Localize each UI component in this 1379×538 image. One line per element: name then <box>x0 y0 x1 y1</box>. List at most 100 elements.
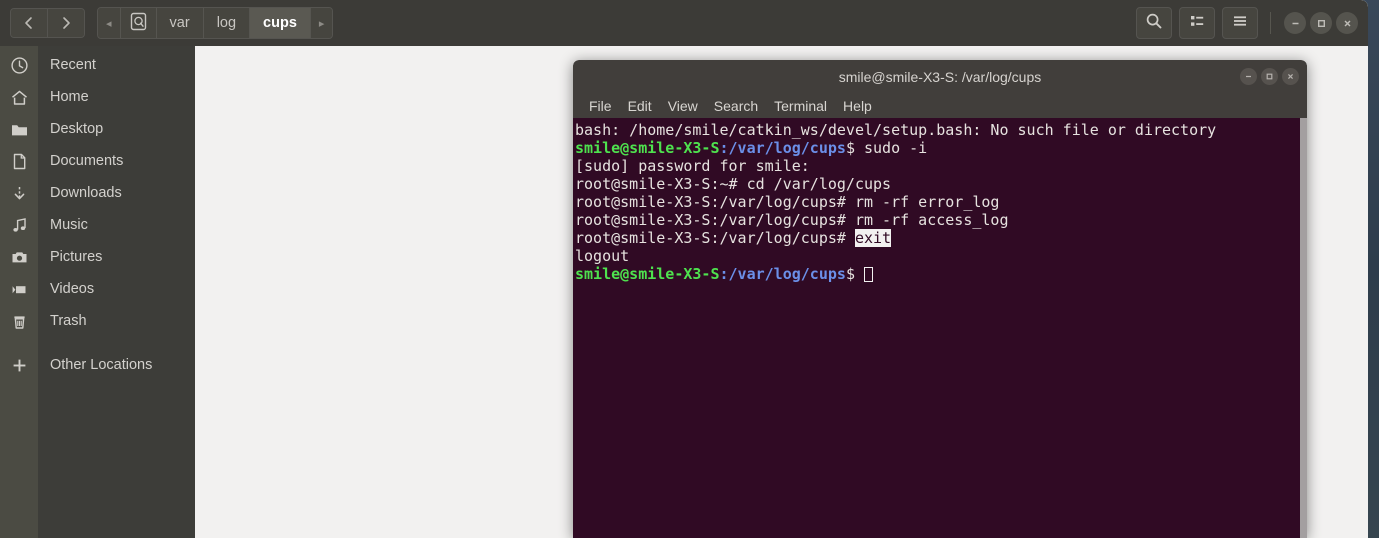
forward-button[interactable] <box>48 9 84 37</box>
menu-edit[interactable]: Edit <box>620 98 660 114</box>
view-list-icon <box>1188 12 1206 35</box>
search-icon <box>1145 12 1163 35</box>
breadcrumb-item-cups[interactable]: cups <box>250 8 311 38</box>
breadcrumb-scroll-left-button[interactable]: ◂ <box>98 8 121 38</box>
trash-icon <box>0 312 38 331</box>
terminal-line-text: root@smile-X3-S:~# cd /var/log/cups <box>575 175 892 193</box>
chevron-left-icon <box>21 15 37 31</box>
prompt-path: :/var/log/cups <box>719 265 846 283</box>
sidebar-item-label: Pictures <box>50 249 103 265</box>
sidebar-item-label: Desktop <box>50 121 104 137</box>
chevron-right-icon <box>58 15 74 31</box>
terminal-line: logout <box>575 247 1307 265</box>
camera-icon <box>0 248 38 267</box>
sidebar-item-desktop[interactable]: Desktop <box>0 113 195 145</box>
terminal-line-text: root@smile-X3-S:/var/log/cups# <box>575 229 855 247</box>
terminal-title: smile@smile-X3-S: /var/log/cups <box>838 68 1042 85</box>
sidebar-item-label: Home <box>50 89 89 105</box>
breadcrumb-filesystem-root[interactable] <box>120 8 157 38</box>
navigation-button-group <box>10 8 85 38</box>
terminal-text: bash: /home/smile/catkin_ws/devel/setup.… <box>573 121 1307 283</box>
terminal-line: root@smile-X3-S:~# cd /var/log/cups <box>575 175 1307 193</box>
back-button[interactable] <box>11 9 48 37</box>
minimize-button[interactable] <box>1284 12 1306 34</box>
music-note-icon <box>0 216 38 235</box>
file-manager-window: ◂ var log cups ▸ Recent Home Desktop Doc… <box>0 0 1368 538</box>
prompt-path: :/var/log/cups <box>719 139 846 157</box>
sidebar-item-trash[interactable]: Trash <box>0 305 195 337</box>
menu-search[interactable]: Search <box>706 98 766 114</box>
maximize-button[interactable] <box>1310 12 1332 34</box>
minimize-icon <box>1246 75 1251 78</box>
terminal-command: sudo -i <box>864 139 928 157</box>
sidebar-item-videos[interactable]: Videos <box>0 273 195 305</box>
terminal-line-text: root@smile-X3-S:/var/log/cups# rm -rf ac… <box>575 211 1009 229</box>
sidebar-item-recent[interactable]: Recent <box>0 49 195 81</box>
terminal-line-text: logout <box>575 247 630 265</box>
prompt-sigil: $ <box>845 139 864 157</box>
sidebar-item-label: Music <box>50 217 88 233</box>
menu-file[interactable]: File <box>581 98 620 114</box>
terminal-title-bar[interactable]: smile@smile-X3-S: /var/log/cups <box>573 60 1307 93</box>
sidebar-item-label: Recent <box>50 57 96 73</box>
sidebar-item-home[interactable]: Home <box>0 81 195 113</box>
terminal-minimize-button[interactable] <box>1240 68 1257 85</box>
document-icon <box>0 152 38 171</box>
sidebar-item-music[interactable]: Music <box>0 209 195 241</box>
menu-help[interactable]: Help <box>835 98 880 114</box>
terminal-line: smile@smile-X3-S:/var/log/cups$ sudo -i <box>575 139 1307 157</box>
breadcrumb: ◂ var log cups ▸ <box>97 7 334 39</box>
close-button[interactable] <box>1336 12 1358 34</box>
sidebar-item-label: Trash <box>50 313 87 329</box>
terminal-selected-text: exit <box>854 229 892 247</box>
sidebar-item-label: Documents <box>50 153 124 169</box>
download-icon <box>0 184 38 203</box>
sidebar-item-label: Other Locations <box>50 357 153 373</box>
terminal-line: root@smile-X3-S:/var/log/cups# rm -rf ac… <box>575 211 1307 229</box>
terminal-window-controls <box>1236 68 1307 85</box>
sidebar-item-other-locations[interactable]: Other Locations <box>0 349 195 381</box>
menu-terminal[interactable]: Terminal <box>766 98 835 114</box>
close-icon <box>1287 73 1294 80</box>
breadcrumb-scroll-right-button[interactable]: ▸ <box>310 8 333 38</box>
sidebar-item-documents[interactable]: Documents <box>0 145 195 177</box>
filesystem-icon <box>130 12 147 35</box>
sidebar-item-downloads[interactable]: Downloads <box>0 177 195 209</box>
terminal-line: [sudo] password for smile: <box>575 157 1307 175</box>
header-divider <box>1270 12 1271 34</box>
main-menu-button[interactable] <box>1222 7 1258 39</box>
sidebar-item-label: Videos <box>50 281 95 297</box>
plus-icon <box>0 356 38 375</box>
terminal-line: root@smile-X3-S:/var/log/cups# rm -rf er… <box>575 193 1307 211</box>
menu-view[interactable]: View <box>660 98 706 114</box>
sidebar-item-pictures[interactable]: Pictures <box>0 241 195 273</box>
terminal-maximize-button[interactable] <box>1261 68 1278 85</box>
terminal-close-button[interactable] <box>1282 68 1299 85</box>
terminal-scrollbar[interactable] <box>1300 118 1307 538</box>
search-button[interactable] <box>1136 7 1172 39</box>
terminal-line-text: root@smile-X3-S:/var/log/cups# rm -rf er… <box>575 193 1000 211</box>
clock-icon <box>0 56 38 75</box>
terminal-menu-bar: File Edit View Search Terminal Help <box>573 93 1307 118</box>
minimize-icon <box>1292 22 1298 24</box>
terminal-line: bash: /home/smile/catkin_ws/devel/setup.… <box>575 121 1307 139</box>
terminal-window: smile@smile-X3-S: /var/log/cups File Edi… <box>573 60 1307 538</box>
terminal-cursor <box>864 267 873 282</box>
hamburger-menu-icon <box>1231 12 1249 35</box>
close-icon <box>1344 20 1350 26</box>
video-icon <box>0 280 38 299</box>
breadcrumb-item-log[interactable]: log <box>203 8 251 38</box>
view-options-button[interactable] <box>1179 7 1215 39</box>
sidebar: Recent Home Desktop Documents Downloads <box>0 46 195 538</box>
prompt-sigil: $ <box>845 265 864 283</box>
prompt-user: smile@smile-X3-S <box>575 265 720 283</box>
terminal-output-area[interactable]: bash: /home/smile/catkin_ws/devel/setup.… <box>573 118 1307 538</box>
file-manager-header-bar: ◂ var log cups ▸ <box>0 0 1368 46</box>
breadcrumb-item-var[interactable]: var <box>156 8 204 38</box>
sidebar-item-label: Downloads <box>50 185 122 201</box>
terminal-line-text: [sudo] password for smile: <box>575 157 810 175</box>
maximize-icon <box>1317 19 1325 27</box>
prompt-user: smile@smile-X3-S <box>575 139 720 157</box>
maximize-icon <box>1266 73 1273 80</box>
terminal-line: smile@smile-X3-S:/var/log/cups$ <box>575 265 1307 283</box>
